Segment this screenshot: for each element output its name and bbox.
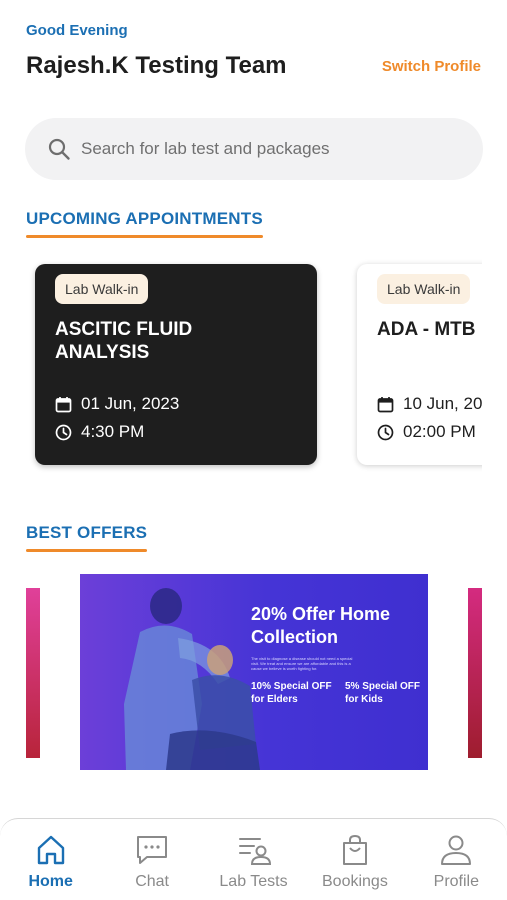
appointment-date: 10 Jun, 2023 bbox=[403, 394, 482, 413]
clock-icon bbox=[377, 424, 394, 440]
tab-label: Bookings bbox=[322, 873, 388, 890]
clock-icon bbox=[55, 424, 72, 440]
tab-profile[interactable]: Profile bbox=[406, 819, 507, 900]
appointment-card[interactable]: Lab Walk-in ADA - MTB 10 Jun, 2023 02:00… bbox=[357, 264, 482, 465]
section-underline bbox=[26, 549, 148, 552]
best-offers-heading: BEST OFFERS bbox=[26, 523, 148, 552]
next-offer-banner[interactable] bbox=[468, 588, 482, 758]
tab-bookings[interactable]: Bookings bbox=[304, 819, 405, 900]
search-bar[interactable] bbox=[25, 118, 483, 180]
bottom-tab-bar: Home Chat Lab Tests Bookings Profile bbox=[0, 818, 507, 900]
greeting-text: Good Evening bbox=[26, 22, 128, 39]
calendar-icon bbox=[55, 396, 72, 412]
appointment-time: 4:30 PM bbox=[81, 422, 145, 441]
appointment-date: 01 Jun, 2023 bbox=[81, 394, 180, 413]
nurse-with-patient-illustration bbox=[124, 588, 260, 770]
home-icon bbox=[37, 835, 64, 865]
appointment-test-name: ASCITIC FLUID ANALYSIS bbox=[55, 319, 193, 363]
switch-profile-button[interactable]: Switch Profile bbox=[382, 58, 481, 75]
appointment-type-badge: Lab Walk-in bbox=[377, 274, 471, 304]
appointments-carousel[interactable]: Lab Walk-in ASCITIC FLUID ANALYSIS 01 Ju… bbox=[26, 258, 482, 473]
offer-fine-print: The visit to diagnose a disease should n… bbox=[251, 656, 353, 671]
search-icon bbox=[48, 138, 70, 160]
appointment-date-row: 10 Jun, 2023 bbox=[377, 393, 482, 415]
tab-label: Home bbox=[28, 873, 73, 890]
previous-offer-banner[interactable] bbox=[26, 588, 40, 758]
appointment-time-row: 4:30 PM bbox=[55, 421, 297, 443]
upcoming-appointments-heading: UPCOMING APPOINTMENTS bbox=[26, 209, 263, 238]
tab-label: Profile bbox=[433, 873, 479, 890]
appointment-date-row: 01 Jun, 2023 bbox=[55, 393, 297, 415]
tab-chat[interactable]: Chat bbox=[101, 819, 202, 900]
offer-elders: 10% Special OFF for Elders bbox=[251, 681, 332, 705]
profile-icon bbox=[441, 835, 472, 865]
offer-banner[interactable]: 20% Offer Home Collection The visit to d… bbox=[80, 574, 428, 770]
user-name: Rajesh.K Testing Team bbox=[26, 52, 287, 79]
offer-heading: 20% Offer Home Collection bbox=[251, 604, 391, 647]
best-offers-title: BEST OFFERS bbox=[26, 523, 148, 542]
appointment-type-badge: Lab Walk-in bbox=[55, 274, 149, 304]
chat-icon bbox=[137, 836, 168, 864]
tab-label: Lab Tests bbox=[219, 873, 288, 890]
appointment-card[interactable]: Lab Walk-in ASCITIC FLUID ANALYSIS 01 Ju… bbox=[35, 264, 317, 465]
offer-kids: 5% Special OFF for Kids bbox=[345, 681, 421, 705]
appointment-time-row: 02:00 PM bbox=[377, 421, 482, 443]
bookings-icon bbox=[342, 834, 367, 865]
tab-home[interactable]: Home bbox=[0, 819, 101, 900]
tab-label: Chat bbox=[135, 873, 169, 890]
offers-carousel[interactable]: 20% Offer Home Collection The visit to d… bbox=[26, 574, 482, 772]
upcoming-appointments-title: UPCOMING APPOINTMENTS bbox=[26, 209, 263, 228]
tab-lab-tests[interactable]: Lab Tests bbox=[203, 819, 304, 900]
search-input[interactable] bbox=[81, 139, 461, 159]
appointment-time: 02:00 PM bbox=[403, 422, 476, 441]
calendar-icon bbox=[377, 396, 394, 412]
section-underline bbox=[26, 235, 263, 238]
lab-tests-icon bbox=[238, 838, 271, 865]
appointment-test-name: ADA - MTB bbox=[377, 319, 476, 340]
